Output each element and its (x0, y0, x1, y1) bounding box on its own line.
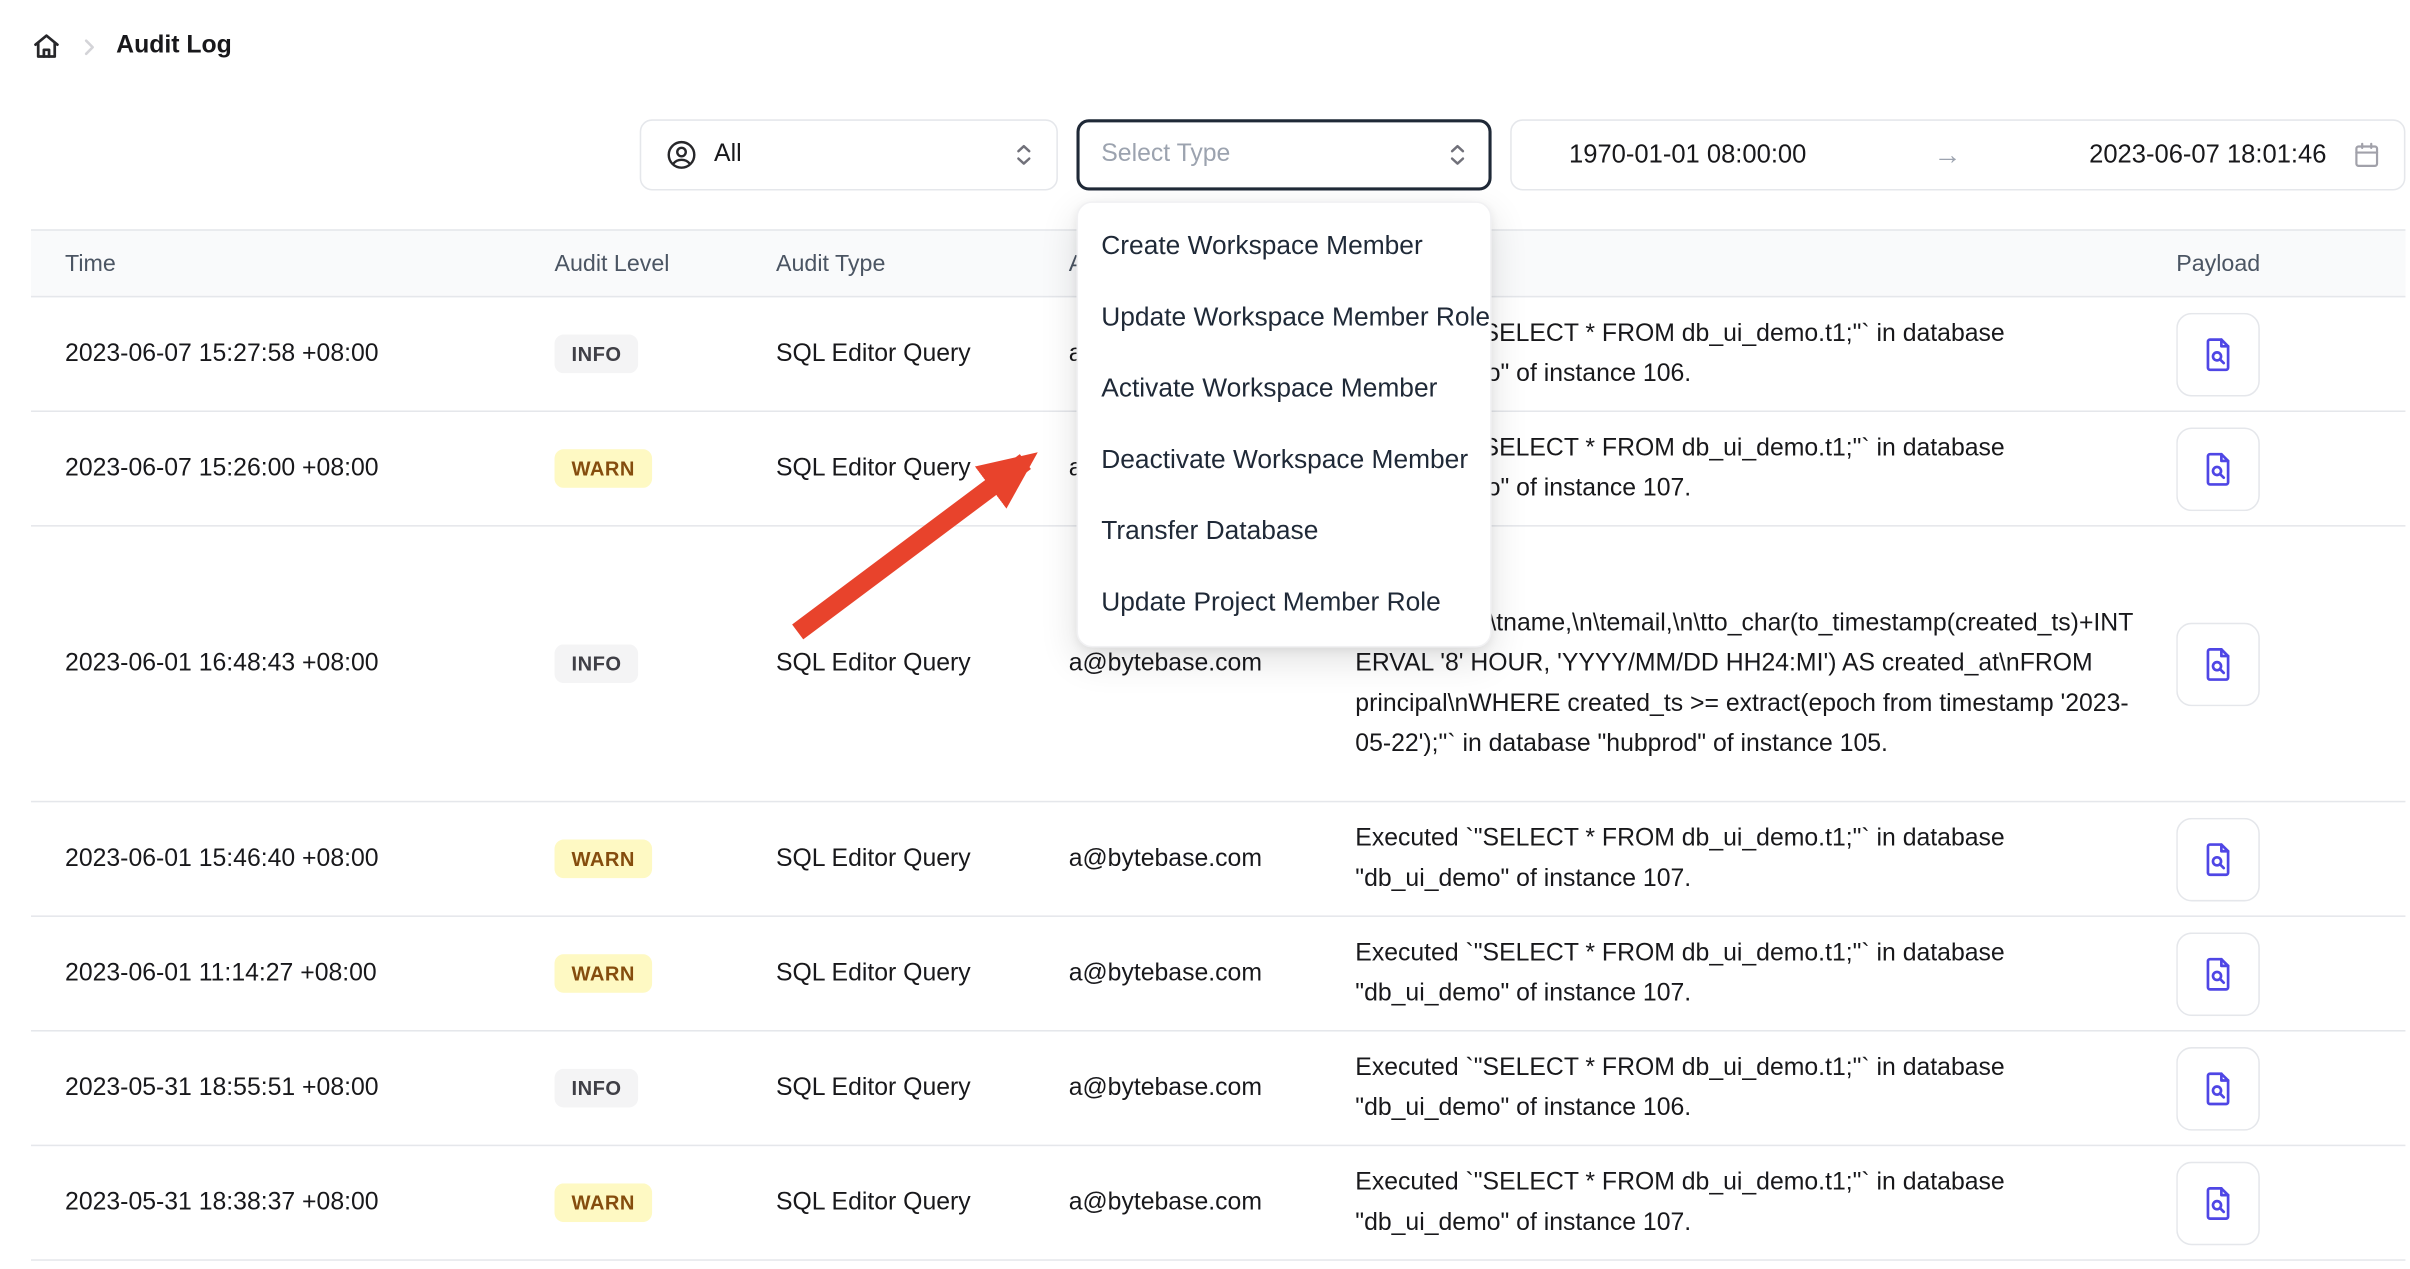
chevrons-updown-icon (1011, 142, 1036, 167)
file-search-icon (2198, 839, 2238, 879)
file-search-icon (2198, 1183, 2238, 1223)
cell-time: 2023-06-07 15:27:58 +08:00 (31, 340, 555, 368)
date-range-start: 1970-01-01 08:00:00 (1569, 140, 1806, 169)
audit-level-badge: INFO (555, 644, 639, 683)
cell-audit-type: SQL Editor Query (776, 1074, 1069, 1102)
breadcrumb: Audit Log (31, 25, 232, 68)
table-row: 2023-06-01 11:14:27 +08:00 WARN SQL Edit… (31, 917, 2405, 1032)
user-circle-icon (664, 138, 698, 172)
chevrons-updown-icon (1445, 142, 1470, 167)
cell-time: 2023-05-31 18:55:51 +08:00 (31, 1074, 555, 1102)
filter-bar: All Select Type Create Workspace (640, 119, 2406, 190)
cell-actor: a@bytebase.com (1069, 1189, 1356, 1217)
file-search-icon (2198, 1068, 2238, 1108)
cell-comment: Executed `"SELECT * FROM db_ui_demo.t1;"… (1355, 819, 2176, 900)
cell-actor: a@bytebase.com (1069, 845, 1356, 873)
cell-actor: a@bytebase.com (1069, 650, 1356, 678)
audit-level-badge: WARN (555, 1183, 652, 1222)
cell-comment: Executed `"SELECT * FROM db_ui_demo.t1;"… (1355, 1162, 2176, 1243)
calendar-icon (2351, 139, 2382, 170)
cell-time: 2023-06-01 15:46:40 +08:00 (31, 845, 555, 873)
audit-type-filter: Select Type Create Workspace Member Upda… (1076, 119, 1491, 190)
cell-actor: a@bytebase.com (1069, 960, 1356, 988)
menu-item-create-workspace-member[interactable]: Create Workspace Member (1078, 211, 1490, 282)
actor-filter-select[interactable]: All (640, 119, 1058, 190)
payload-view-button[interactable] (2176, 427, 2260, 511)
audit-log-page: Audit Log All Select Type (0, 0, 2410, 1269)
menu-item-update-project-member[interactable]: Update Project Member Role (1078, 567, 1490, 638)
column-header-time: Time (31, 250, 555, 276)
menu-item-deactivate-workspace-member[interactable]: Deactivate Workspace Member (1078, 424, 1490, 495)
cell-audit-type: SQL Editor Query (776, 845, 1069, 873)
audit-type-placeholder: Select Type (1101, 141, 1230, 169)
payload-view-button[interactable] (2176, 932, 2260, 1016)
actor-filter-value: All (714, 141, 742, 169)
cell-audit-type: SQL Editor Query (776, 340, 1069, 368)
home-icon[interactable] (31, 31, 62, 62)
cell-audit-type: SQL Editor Query (776, 1189, 1069, 1217)
payload-view-button[interactable] (2176, 817, 2260, 901)
cell-comment: Executed `"SELECT * FROM db_ui_demo.t1;"… (1355, 933, 2176, 1014)
audit-level-badge: WARN (555, 449, 652, 488)
cell-audit-type: SQL Editor Query (776, 455, 1069, 483)
file-search-icon (2198, 334, 2238, 374)
file-search-icon (2198, 448, 2238, 488)
audit-level-badge: WARN (555, 840, 652, 879)
cell-actor: a@bytebase.com (1069, 1074, 1356, 1102)
audit-level-badge: INFO (555, 335, 639, 374)
arrow-right-icon: → (1806, 139, 2089, 172)
column-header-payload: Payload (2176, 250, 2405, 276)
table-row: 2023-05-31 18:38:37 +08:00 WARN SQL Edit… (31, 1146, 2405, 1261)
cell-time: 2023-06-01 16:48:43 +08:00 (31, 650, 555, 678)
cell-time: 2023-06-07 15:26:00 +08:00 (31, 455, 555, 483)
payload-view-button[interactable] (2176, 1161, 2260, 1245)
payload-view-button[interactable] (2176, 312, 2260, 396)
payload-view-button[interactable] (2176, 1046, 2260, 1130)
date-range-end: 2023-06-07 18:01:46 (2089, 140, 2326, 169)
column-header-audit-type: Audit Type (776, 250, 1069, 276)
page-title: Audit Log (116, 33, 232, 61)
menu-item-activate-workspace-member[interactable]: Activate Workspace Member (1078, 353, 1490, 424)
audit-type-select[interactable]: Select Type (1076, 119, 1491, 190)
file-search-icon (2198, 644, 2238, 684)
audit-type-dropdown: Create Workspace Member Update Workspace… (1076, 201, 1491, 647)
payload-view-button[interactable] (2176, 622, 2260, 706)
cell-audit-type: SQL Editor Query (776, 650, 1069, 678)
date-range-picker[interactable]: 1970-01-01 08:00:00 → 2023-06-07 18:01:4… (1510, 119, 2405, 190)
cell-time: 2023-06-01 11:14:27 +08:00 (31, 960, 555, 988)
column-header-audit-level: Audit Level (555, 250, 776, 276)
audit-level-badge: INFO (555, 1069, 639, 1108)
table-row: 2023-05-31 18:55:51 +08:00 INFO SQL Edit… (31, 1032, 2405, 1147)
table-row: 2023-06-01 15:46:40 +08:00 WARN SQL Edit… (31, 802, 2405, 917)
cell-audit-type: SQL Editor Query (776, 960, 1069, 988)
audit-level-badge: WARN (555, 954, 652, 993)
menu-item-transfer-database[interactable]: Transfer Database (1078, 496, 1490, 567)
chevron-right-icon (77, 35, 100, 58)
cell-comment: Executed `"SELECT * FROM db_ui_demo.t1;"… (1355, 1048, 2176, 1129)
menu-item-update-workspace-member[interactable]: Update Workspace Member Role (1078, 282, 1490, 353)
cell-time: 2023-05-31 18:38:37 +08:00 (31, 1189, 555, 1217)
file-search-icon (2198, 953, 2238, 993)
